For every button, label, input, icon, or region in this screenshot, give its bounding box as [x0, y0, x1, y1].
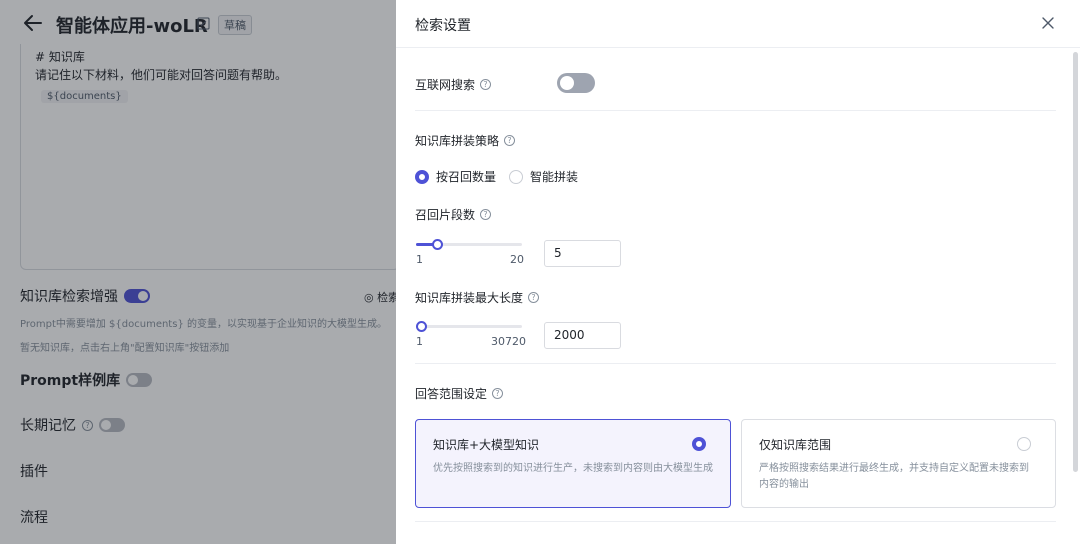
strategy-label-row: 知识库拼装策略 ? [415, 132, 516, 149]
strategy-label: 知识库拼装策略 [415, 134, 500, 148]
recall-count-min: 1 [416, 253, 423, 266]
max-length-min: 1 [416, 335, 423, 348]
help-icon[interactable]: ? [480, 209, 492, 220]
web-search-label-row: 互联网搜索 ? [415, 76, 492, 93]
recall-count-slider[interactable] [416, 239, 524, 259]
radio-selected-icon[interactable] [692, 437, 706, 451]
web-search-toggle[interactable] [557, 73, 595, 93]
radio-selected-icon [415, 169, 429, 184]
recall-count-max: 20 [510, 253, 524, 266]
scope-label-row: 回答范围设定 ? [415, 385, 504, 402]
scope-option-desc: 优先按照搜索到的知识进行生产，未搜索到内容则由大模型生成 [433, 463, 713, 474]
divider [415, 521, 1056, 522]
scope-option-title: 仅知识库范围 [759, 438, 832, 452]
max-length-input[interactable]: 2000 [544, 322, 621, 349]
retrieval-settings-drawer: 检索设置 互联网搜索 ? 知识库拼装策略 ? 按召回数量 智能拼装 召回片段数 … [396, 0, 1080, 544]
max-length-max: 30720 [491, 335, 526, 348]
scope-option-kb-and-llm[interactable]: 知识库+大模型知识 优先按照搜索到的知识进行生产，未搜索到内容则由大模型生成 [415, 419, 731, 508]
slider-track [416, 325, 522, 328]
drawer-title: 检索设置 [415, 18, 471, 34]
help-icon[interactable]: ? [504, 135, 516, 146]
slider-thumb[interactable] [416, 321, 427, 332]
strategy-option-label: 按召回数量 [436, 170, 497, 184]
scope-option-desc: 严格按照搜索结果进行最终生成，并支持自定义配置未搜索到内容的输出 [759, 463, 1029, 490]
help-icon[interactable]: ? [528, 292, 540, 303]
drawer-scrollbar[interactable] [1073, 52, 1078, 472]
strategy-option-smart[interactable]: 智能拼装 [509, 168, 578, 185]
divider [415, 110, 1056, 111]
help-icon[interactable]: ? [492, 388, 504, 399]
strategy-option-recall-count[interactable]: 按召回数量 [415, 168, 496, 185]
max-length-label: 知识库拼装最大长度 [415, 291, 524, 305]
recall-count-label: 召回片段数 [415, 208, 476, 222]
scope-option-title: 知识库+大模型知识 [433, 438, 540, 452]
slider-thumb[interactable] [432, 239, 443, 250]
close-icon[interactable] [1041, 16, 1055, 30]
drawer-header: 检索设置 [396, 0, 1080, 48]
radio-unselected-icon[interactable] [1017, 437, 1031, 451]
recall-count-label-row: 召回片段数 ? [415, 206, 492, 223]
radio-unselected-icon [509, 169, 523, 184]
max-length-label-row: 知识库拼装最大长度 ? [415, 289, 540, 306]
strategy-option-label: 智能拼装 [530, 170, 579, 184]
divider [415, 363, 1056, 364]
web-search-label: 互联网搜索 [415, 78, 476, 92]
scope-label: 回答范围设定 [415, 387, 488, 401]
recall-count-input[interactable]: 5 [544, 240, 621, 267]
scope-option-kb-only[interactable]: 仅知识库范围 严格按照搜索结果进行最终生成，并支持自定义配置未搜索到内容的输出 [741, 419, 1056, 508]
help-icon[interactable]: ? [480, 79, 492, 90]
